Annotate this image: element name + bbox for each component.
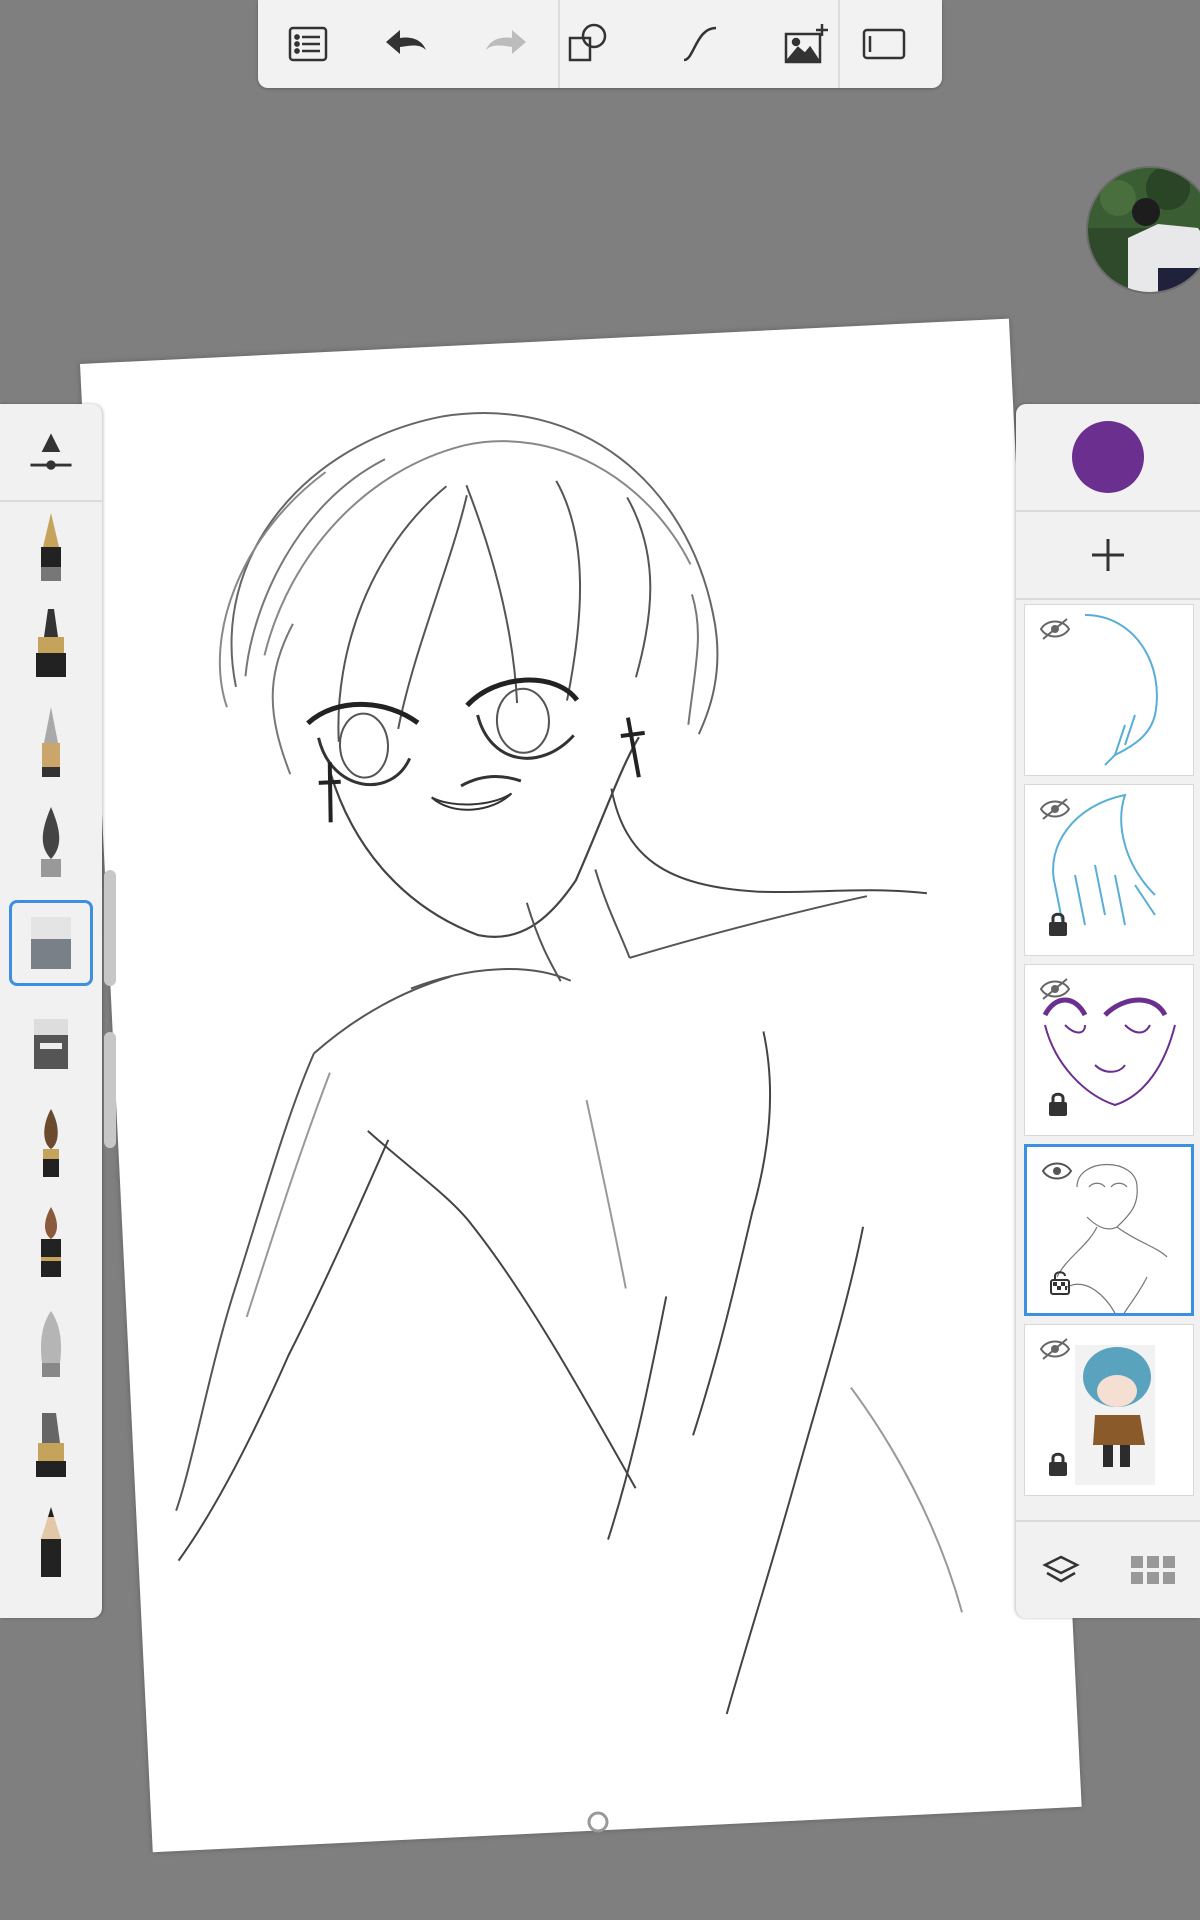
brush-palette xyxy=(0,404,102,1618)
airbrush-icon[interactable] xyxy=(9,1300,93,1386)
drawing-canvas[interactable] xyxy=(70,318,1090,1853)
current-color-swatch[interactable] xyxy=(1072,421,1144,493)
visible-eye-icon[interactable] xyxy=(1041,1159,1073,1183)
lock-icon[interactable] xyxy=(1047,911,1069,937)
shapes-icon[interactable] xyxy=(558,14,618,74)
eraser-icon[interactable] xyxy=(9,900,93,986)
brush-panel-grip[interactable] xyxy=(104,870,116,986)
toolbar-divider xyxy=(838,0,840,88)
hidden-eye-icon[interactable] xyxy=(1039,1337,1071,1361)
user-avatar[interactable] xyxy=(1088,168,1200,292)
add-image-icon[interactable] xyxy=(776,14,836,74)
paint-brush-icon[interactable] xyxy=(9,1100,93,1186)
canvas-paper[interactable] xyxy=(80,318,1082,1853)
add-layer-button[interactable] xyxy=(1016,512,1200,600)
layers-panel xyxy=(1016,404,1200,1618)
grid-icon[interactable] xyxy=(1131,1556,1175,1586)
brush-panel-grip[interactable] xyxy=(104,1032,116,1148)
calligraphy-pen-icon[interactable] xyxy=(9,800,93,886)
menu-icon[interactable] xyxy=(278,14,338,74)
hair-color-layer[interactable] xyxy=(1024,784,1194,956)
hair-sketch-layer[interactable] xyxy=(1024,604,1194,776)
fullscreen-icon[interactable] xyxy=(854,14,914,74)
alpha-lock-icon[interactable] xyxy=(1049,1269,1071,1295)
ballpoint-pen-icon[interactable] xyxy=(9,700,93,786)
color-picker[interactable] xyxy=(1016,404,1200,512)
marker-icon[interactable] xyxy=(9,1200,93,1286)
top-toolbar xyxy=(258,0,942,88)
soft-eraser-icon[interactable] xyxy=(9,1000,93,1086)
layers-icon[interactable] xyxy=(1041,1551,1081,1591)
lock-icon[interactable] xyxy=(1047,1091,1069,1117)
brush-size-control[interactable] xyxy=(0,404,102,502)
lock-icon[interactable] xyxy=(1047,1451,1069,1477)
ink-pen-icon[interactable] xyxy=(9,600,93,686)
pencil-icon[interactable] xyxy=(9,1500,93,1586)
chibi-reference-layer[interactable] xyxy=(1024,1324,1194,1496)
plus-icon xyxy=(1092,539,1124,571)
brush-size-icon xyxy=(30,433,72,470)
chisel-marker-icon[interactable] xyxy=(9,1400,93,1486)
rotate-canvas-icon[interactable] xyxy=(586,1810,610,1834)
body-sketch-layer[interactable] xyxy=(1024,1144,1194,1316)
redo-icon[interactable] xyxy=(476,14,536,74)
layer-actions xyxy=(1016,1520,1200,1620)
hidden-eye-icon[interactable] xyxy=(1039,617,1071,641)
face-line-layer[interactable] xyxy=(1024,964,1194,1136)
curve-icon[interactable] xyxy=(670,14,730,74)
undo-icon[interactable] xyxy=(376,14,436,74)
hidden-eye-icon[interactable] xyxy=(1039,977,1071,1001)
hidden-eye-icon[interactable] xyxy=(1039,797,1071,821)
fountain-pen-icon[interactable] xyxy=(9,504,93,590)
